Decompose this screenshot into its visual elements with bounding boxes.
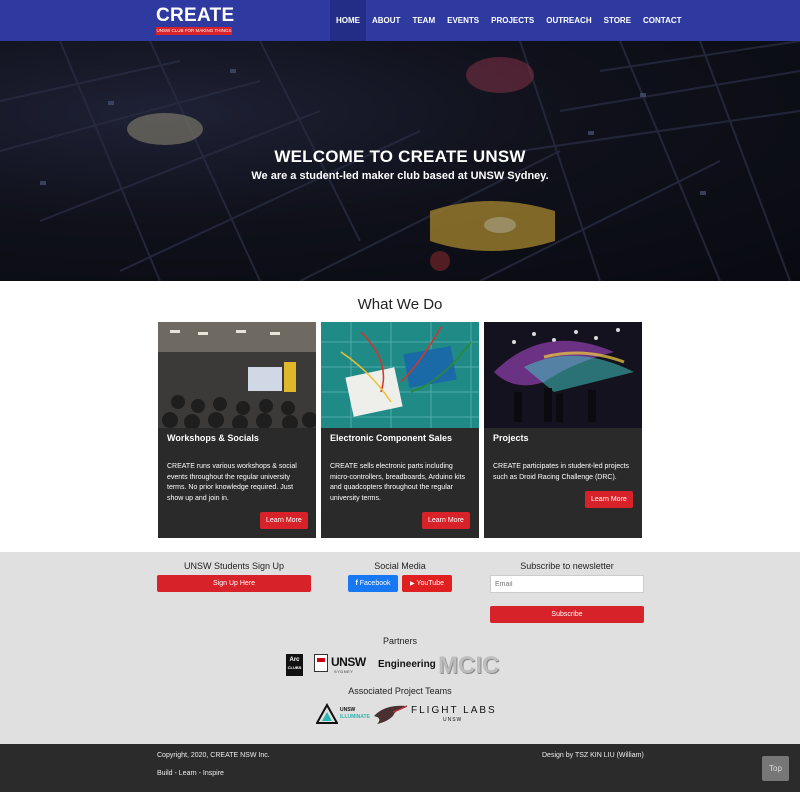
engineering-logo[interactable]: Engineering [378,659,436,670]
main-nav: HOME ABOUT TEAM EVENTS PROJECTS OUTREACH… [330,0,688,41]
arc-clubs-logo[interactable]: Arc CLUBS [286,654,303,676]
nav-projects[interactable]: PROJECTS [485,0,540,41]
illuminate-triangle-icon [316,703,338,724]
youtube-button[interactable]: ▶ YouTube [402,575,452,592]
youtube-label: YouTube [416,580,444,587]
facebook-label: Facebook [359,580,391,587]
unsw-logo[interactable]: UNSW SYDNEY [314,654,368,676]
unsw-illuminate-logo[interactable]: UNSW ILLUMINATE [316,703,370,725]
nav-events[interactable]: EVENTS [441,0,485,41]
create-logo[interactable]: CREATE UNSW CLUB FOR MAKING THINGS [156,6,234,36]
unsw-logo-subtext: SYDNEY [334,669,354,674]
hero-banner: WELCOME TO CREATE UNSW We are a student-… [0,41,800,281]
learn-more-button-component-sales[interactable]: Learn More [422,512,470,529]
flight-labs-logo[interactable]: FLIGHT LABS UNSW [373,702,495,726]
nav-home[interactable]: HOME [330,0,366,41]
nav-outreach[interactable]: OUTREACH [540,0,597,41]
projects-photo [484,322,642,428]
footer-tagline: Build - Learn - Inspire [157,770,224,777]
mcic-logo[interactable]: MCIC [438,652,499,680]
newsletter-heading: Subscribe to newsletter [520,561,614,571]
card-text-component-sales: CREATE sells electronic parts including … [330,463,466,502]
card-workshops: Workshops & Socials CREATE runs various … [158,322,316,538]
card-text-projects: CREATE participates in student-led proje… [493,463,630,481]
card-projects: Projects CREATE participates in student-… [484,322,642,538]
partners-heading: Partners [382,636,417,646]
subscribe-button[interactable]: Subscribe [490,606,644,623]
nav-team[interactable]: TEAM [406,0,441,41]
hero-title: WELCOME TO CREATE UNSW [274,147,526,166]
facebook-button[interactable]: f Facebook [348,575,398,592]
back-to-top-button[interactable]: Top [762,756,789,781]
navbar: CREATE UNSW CLUB FOR MAKING THINGS HOME … [0,0,800,41]
logo-tagline: UNSW CLUB FOR MAKING THINGS [156,27,232,35]
electronics-photo [321,322,479,428]
unsw-crest-icon [314,654,328,672]
sign-up-button[interactable]: Sign Up Here [157,575,311,592]
card-title-component-sales: Electronic Component Sales [330,433,453,443]
project-teams-heading: Associated Project Teams [348,686,452,696]
what-we-do-title: What We Do [357,296,443,313]
facebook-icon: f [355,580,358,587]
card-title-workshops: Workshops & Socials [167,433,259,443]
card-component-sales: Electronic Component Sales CREATE sells … [321,322,479,538]
nav-about[interactable]: ABOUT [366,0,406,41]
email-input[interactable] [490,575,644,593]
footer-copyright: Copyright, 2020, CREATE NSW Inc. [157,752,270,759]
logo-wordmark: CREATE [156,5,235,26]
arc-logo-subtext: CLUBS [287,665,302,670]
footer-design-credit: Design by TSZ KIN LIU (William) [542,752,644,759]
workshop-photo [158,322,316,428]
card-text-workshops: CREATE runs various workshops & social e… [167,463,297,502]
learn-more-button-projects[interactable]: Learn More [585,491,633,508]
bird-icon [374,705,408,724]
illuminate-text-1: UNSW [340,707,356,713]
youtube-icon: ▶ [410,581,415,587]
footer [0,744,800,792]
social-media-heading: Social Media [374,561,426,571]
flight-labs-text: FLIGHT LABS [411,705,497,716]
learn-more-button-workshops[interactable]: Learn More [260,512,308,529]
illuminate-text-2: ILLUMINATE [340,714,370,720]
signup-heading: UNSW Students Sign Up [183,561,285,571]
card-title-projects: Projects [493,433,529,443]
flight-labs-subtext: UNSW [443,717,463,723]
nav-store[interactable]: STORE [598,0,637,41]
hero-subtitle: We are a student-led maker club based at… [251,170,549,182]
unsw-logo-text: UNSW [331,655,366,669]
arc-logo-text: Arc [289,657,300,663]
nav-contact[interactable]: CONTACT [637,0,688,41]
